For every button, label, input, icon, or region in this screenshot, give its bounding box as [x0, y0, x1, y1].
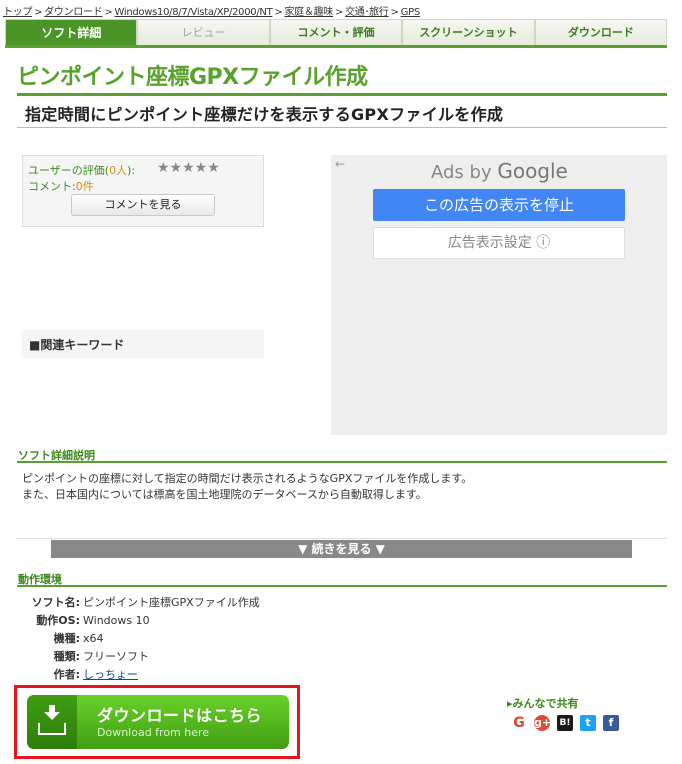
description-line: ピンポイントの座標に対して指定の時間だけ表示されるようなGPXファイルを作成しま…: [22, 472, 473, 485]
share-icons: G g+ B! t f: [511, 715, 619, 731]
show-more-button[interactable]: ▼ 続きを見る ▼: [51, 540, 632, 558]
detail-tabs: ソフト詳細 レビュー コメント・評価 スクリーンショット ダウンロード: [5, 19, 668, 48]
download-button-label: ダウンロードはこちら: [97, 706, 263, 725]
comment-count-label: コメント:0件: [28, 180, 94, 193]
download-button-sublabel: Download from here: [97, 726, 210, 739]
breadcrumb: トップ > ダウンロード > Windows10/8/7/Vista/XP/2000/N…: [3, 7, 421, 18]
description-text: ピンポイントの座標に対して指定の時間だけ表示されるようなGPXファイルを作成しま…: [22, 471, 472, 503]
rating-stars-icon: ★★★★★: [157, 160, 220, 176]
stop-ad-button[interactable]: この広告の表示を停止: [373, 189, 625, 221]
google-plus-icon[interactable]: g+: [534, 715, 551, 731]
page-subtitle: 指定時間にピンポイント座標だけを表示するGPXファイルを作成: [25, 105, 504, 124]
tab-comments[interactable]: コメント・評価: [269, 19, 403, 45]
spec-row-software: ソフト名: ピンポイント座標GPXファイル作成: [31, 596, 260, 609]
environment-divider: [17, 585, 667, 587]
description-line: また、日本国内については標高を国土地理院のデータベースから自動取得します。: [22, 488, 427, 501]
view-comments-button[interactable]: コメントを見る: [71, 194, 215, 216]
page-title: ピンポイント座標GPXファイル作成: [17, 65, 368, 90]
breadcrumb-top[interactable]: トップ: [3, 7, 32, 18]
related-keywords: ■関連キーワード: [22, 330, 264, 358]
tab-review[interactable]: レビュー: [137, 19, 270, 45]
tab-download[interactable]: ダウンロード: [534, 19, 668, 45]
spec-row-type: 種類: フリーソフト: [53, 650, 149, 663]
title-divider: [17, 93, 667, 96]
spec-row-model: 機種: x64: [53, 631, 104, 646]
ad-panel: ← Ads by Google この広告の表示を停止 広告表示設定 ⓘ: [331, 155, 667, 435]
ad-settings-button[interactable]: 広告表示設定 ⓘ: [373, 227, 625, 259]
tab-screenshots[interactable]: スクリーンショット: [402, 19, 535, 45]
more-divider: [17, 538, 667, 539]
breadcrumb-gps[interactable]: GPS: [401, 7, 421, 18]
spec-row-author: 作者: しっちょー: [53, 668, 138, 681]
breadcrumb-windows[interactable]: Windows10/8/7/Vista/XP/2000/NT: [115, 7, 273, 18]
breadcrumb-travel[interactable]: 交通･旅行: [345, 7, 389, 18]
facebook-icon[interactable]: f: [603, 715, 619, 731]
download-icon: [27, 695, 77, 749]
tab-software-detail[interactable]: ソフト詳細: [5, 19, 138, 45]
ads-by-google-label: Ads by Google: [431, 159, 568, 183]
download-highlight-frame: ダウンロードはこちら Download from here: [14, 685, 300, 759]
description-divider: [17, 461, 667, 463]
related-keywords-label: ■関連キーワード: [29, 338, 125, 352]
google-icon[interactable]: G: [511, 715, 527, 731]
share-heading: ▸みんなで共有: [507, 697, 579, 710]
breadcrumb-download[interactable]: ダウンロード: [44, 7, 103, 18]
subtitle-divider: [17, 127, 667, 128]
author-link[interactable]: しっちょー: [83, 668, 138, 681]
back-arrow-icon[interactable]: ←: [335, 157, 345, 171]
breadcrumb-home-hobby[interactable]: 家庭＆趣味: [284, 7, 333, 18]
spec-row-os: 動作OS: Windows 10: [36, 613, 150, 628]
hatena-bookmark-icon[interactable]: B!: [557, 715, 573, 731]
spec-list: ソフト名: ピンポイント座標GPXファイル作成 動作OS: Windows 10 機…: [20, 593, 260, 683]
twitter-icon[interactable]: t: [580, 715, 596, 731]
download-button[interactable]: ダウンロードはこちら Download from here: [27, 695, 289, 749]
user-rating-label: ユーザーの評価(0人):: [28, 164, 136, 177]
rating-box: ユーザーの評価(0人): ★★★★★ コメント:0件 コメントを見る: [22, 155, 264, 227]
